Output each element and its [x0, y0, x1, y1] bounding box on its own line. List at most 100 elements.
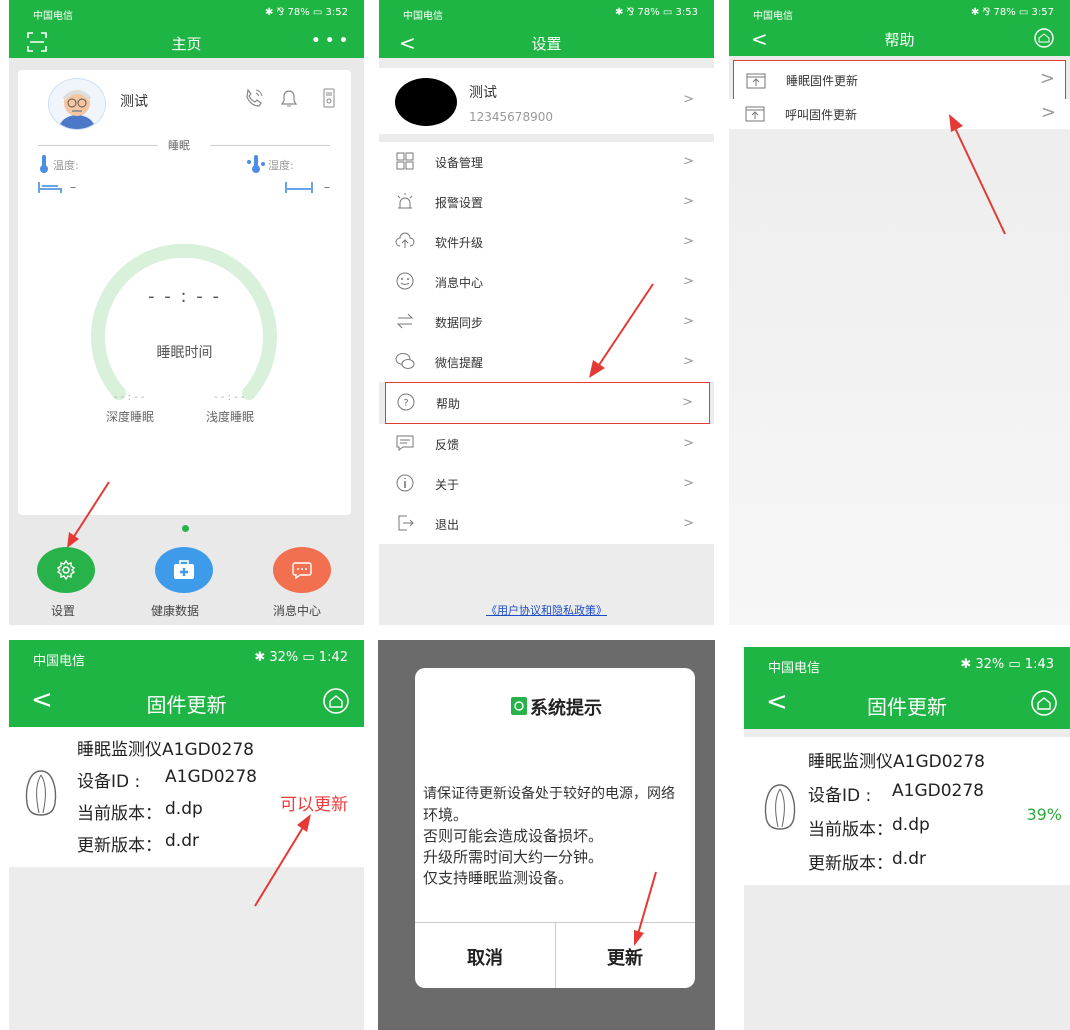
settings-button[interactable]	[37, 547, 95, 593]
alarm-icon	[397, 193, 413, 209]
settings-screen: 中国电信 ✱ ⅋ 78% ▭ 3:53 < 设置 测试 12345678900 …	[379, 0, 714, 625]
sleep-time-label: 睡眠时间	[156, 345, 213, 361]
menu-label: 消息中心	[435, 276, 484, 290]
device-id-label: 设备ID :	[77, 772, 141, 792]
health-label[interactable]: 健康数据	[151, 602, 199, 619]
carrier: 中国电信	[403, 11, 443, 22]
dialog-line: 环境。	[423, 806, 469, 824]
help-screen: 中国电信 ✱ ⅋ 78% ▭ 3:57 < 帮助 睡眠固件更新 > 呼叫固件更新…	[729, 0, 1070, 625]
menu-item-logout[interactable]: 退出 >	[379, 504, 714, 545]
carrier: 中国电信	[33, 654, 86, 669]
device-id-label: 设备ID :	[808, 786, 872, 806]
nav-bar: < 固件更新	[9, 677, 364, 727]
phone-icon[interactable]	[242, 87, 266, 109]
device-icon[interactable]	[323, 88, 335, 108]
menu-item-upgrade[interactable]: 软件升级 >	[379, 222, 714, 263]
update-button[interactable]: 更新	[555, 944, 695, 970]
light-sleep-value: - - : - -	[214, 392, 245, 403]
status-info: ✱ ⅋ 78% ▭ 3:57	[970, 7, 1054, 18]
grid-icon	[396, 152, 414, 170]
carrier: 中国电信	[768, 661, 821, 676]
help-item-label: 睡眠固件更新	[786, 74, 859, 88]
deep-sleep-label: 深度睡眠	[106, 410, 155, 424]
sleep-time-arc	[91, 243, 277, 400]
chevron-right-icon: >	[683, 194, 694, 209]
message-button[interactable]	[273, 547, 331, 593]
page-title: 帮助	[884, 31, 915, 49]
menu-label: 设备管理	[435, 156, 484, 170]
dialog-line: 升级所需时间大约一分钟。	[423, 848, 604, 866]
bed-left-icon	[38, 182, 62, 193]
left-value: –	[70, 180, 76, 194]
menu-item-alarm[interactable]: 报警设置 >	[379, 182, 714, 223]
firmware-box-icon	[746, 73, 766, 89]
menu-label: 软件升级	[435, 236, 484, 250]
menu-label: 微信提醒	[435, 356, 484, 370]
current-version-value: d.dp	[892, 815, 930, 835]
cancel-button[interactable]: 取消	[415, 944, 555, 970]
status-bar: 中国电信 ✱ ⅋ 78% ▭ 3:57	[729, 0, 1070, 26]
policy-link[interactable]: 《用户协议和隐私政策》	[379, 602, 714, 618]
feedback-icon	[396, 435, 414, 451]
logout-icon	[398, 515, 414, 531]
new-version-value: d.dr	[165, 831, 199, 851]
home-icon[interactable]	[1034, 28, 1054, 48]
right-value: –	[324, 180, 330, 194]
menu-item-wechat[interactable]: 微信提醒 >	[379, 342, 714, 383]
page-title: 设置	[531, 35, 562, 53]
menu-item-sync[interactable]: 数据同步 >	[379, 302, 714, 343]
temp-label: 温度:	[53, 159, 79, 172]
menu-item-device[interactable]: 设备管理 >	[379, 142, 714, 183]
firmware-screen-ready: 中国电信 ✱ 32% ▭ 1:42 < 固件更新 睡眠监测仪A1GD0278 设…	[9, 640, 364, 1030]
thermometer-icon	[40, 155, 48, 173]
nav-bar: 主页 • • •	[9, 26, 364, 58]
humidity-label: 湿度:	[268, 159, 294, 172]
dialog-line: 否则可能会造成设备损坏。	[423, 827, 604, 845]
message-label[interactable]: 消息中心	[273, 602, 321, 619]
chevron-right-icon: >	[683, 354, 694, 369]
device-name: 睡眠监测仪A1GD0278	[77, 740, 254, 760]
home-icon[interactable]	[1030, 689, 1058, 717]
svg-text:?: ?	[403, 398, 408, 409]
menu-label: 关于	[435, 478, 460, 492]
info-icon	[396, 474, 414, 492]
home-screen: 中国电信 ✱ ⅋ 78% ▭ 3:52 主页 • • • 测试 睡眠 温度: 湿…	[9, 0, 364, 625]
gear-icon	[56, 560, 76, 580]
menu-label: 报警设置	[435, 196, 484, 210]
firmware-box-icon	[745, 106, 765, 122]
help-item-sleep[interactable]: 睡眠固件更新 >	[733, 60, 1066, 100]
health-button[interactable]	[155, 547, 213, 593]
firmware-screen-progress: 中国电信 ✱ 32% ▭ 1:43 < 固件更新 睡眠监测仪A1GD0278 设…	[744, 647, 1070, 1030]
menu-item-about[interactable]: 关于 >	[379, 464, 714, 505]
avatar	[48, 78, 106, 130]
bed-right-icon	[285, 182, 313, 193]
menu-item-help[interactable]: ? 帮助 >	[385, 382, 710, 424]
home-icon[interactable]	[322, 687, 350, 715]
menu-item-messages[interactable]: 消息中心 >	[379, 262, 714, 303]
status-bar: 中国电信 ✱ 32% ▭ 1:42	[9, 640, 364, 677]
dialog-title: 系统提示	[530, 698, 602, 719]
status-bar: 中国电信 ✱ ⅋ 78% ▭ 3:53	[379, 0, 714, 26]
device-id-value: A1GD0278	[892, 781, 984, 801]
menu-label: 帮助	[436, 397, 461, 411]
bell-icon[interactable]	[278, 87, 300, 109]
menu-item-feedback[interactable]: 反馈 >	[379, 424, 714, 465]
page-title: 固件更新	[146, 693, 227, 717]
chevron-right-icon: >	[683, 476, 694, 491]
new-version-label: 更新版本：	[77, 836, 162, 856]
cloud-upload-icon	[395, 232, 415, 248]
light-sleep-label: 浅度睡眠	[206, 410, 255, 424]
help-item-call[interactable]: 呼叫固件更新 >	[729, 99, 1070, 129]
annotation-arrow	[67, 481, 110, 548]
annotation-arrow	[949, 114, 1006, 235]
page-title: 固件更新	[867, 695, 947, 719]
question-icon: ?	[397, 393, 415, 411]
chevron-right-icon: >	[1040, 102, 1056, 123]
device-shell-icon	[764, 784, 796, 830]
more-icon[interactable]: • • •	[311, 33, 348, 49]
menu-label: 数据同步	[435, 316, 484, 330]
settings-label[interactable]: 设置	[51, 602, 75, 619]
profile-row[interactable]: 测试 12345678900 >	[379, 68, 714, 134]
chevron-right-icon: >	[683, 436, 694, 451]
section-title: 睡眠	[168, 139, 190, 152]
